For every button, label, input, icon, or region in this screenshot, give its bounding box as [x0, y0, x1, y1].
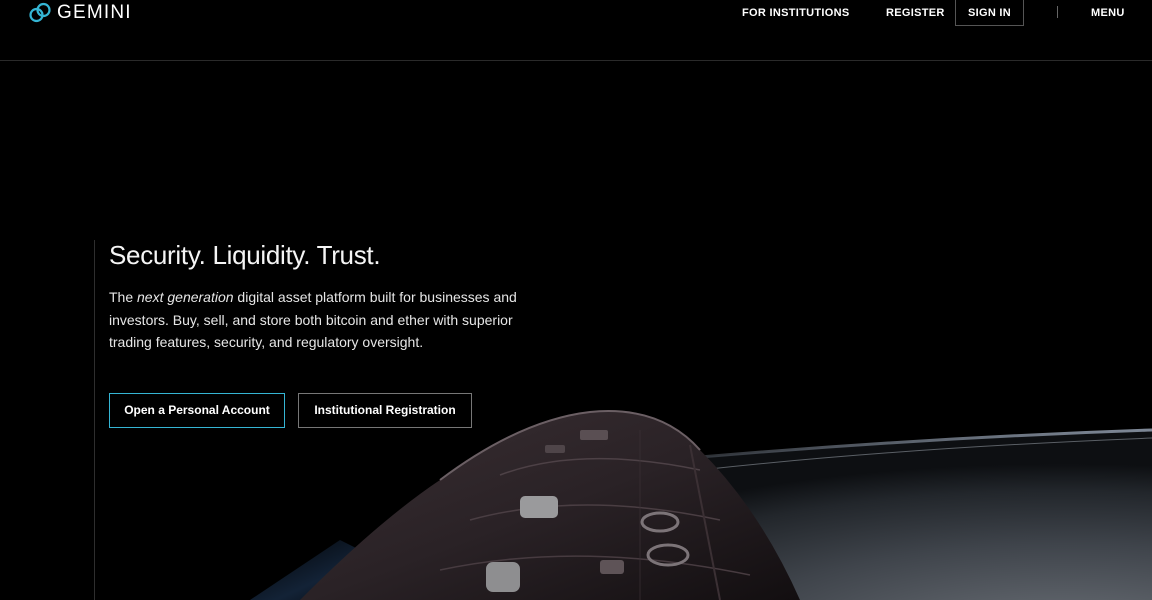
- institutional-registration-button[interactable]: Institutional Registration: [298, 393, 472, 428]
- hero-description-prefix: The: [109, 289, 138, 305]
- hero-description-emphasis: next generation: [137, 289, 234, 305]
- nav-divider: [1057, 6, 1058, 18]
- nav-menu-button[interactable]: MENU: [1091, 0, 1125, 26]
- nav-register-link[interactable]: REGISTER: [886, 0, 945, 26]
- gemini-logo-link[interactable]: GEMINI: [29, 0, 132, 26]
- page: GEMINI FOR INSTITUTIONS REGISTER SIGN IN…: [0, 0, 1152, 600]
- gemini-logo-icon: [29, 2, 51, 23]
- site-header: GEMINI FOR INSTITUTIONS REGISTER SIGN IN…: [0, 0, 1152, 61]
- hero-section: Security. Liquidity. Trust. The next gen…: [94, 240, 555, 600]
- nav-sign-in-button[interactable]: SIGN IN: [955, 0, 1024, 26]
- hero-title: Security. Liquidity. Trust.: [109, 240, 381, 270]
- open-personal-account-button[interactable]: Open a Personal Account: [109, 393, 285, 428]
- hero-description: The next generation digital asset platfo…: [109, 286, 539, 354]
- brand-name: GEMINI: [57, 2, 132, 23]
- nav-for-institutions-link[interactable]: FOR INSTITUTIONS: [742, 0, 849, 26]
